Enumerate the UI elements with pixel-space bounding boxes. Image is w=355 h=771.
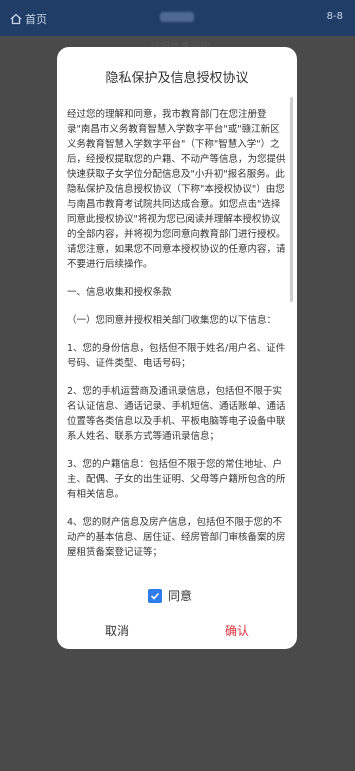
page-code: 8-8 xyxy=(326,11,343,22)
agreement-intro: 经过您的理解和同意，我市教育部门在您注册登录"南昌市义务教育智慧入学数字平台"或… xyxy=(67,109,286,270)
scrollbar[interactable] xyxy=(290,97,293,302)
dialog-title: 隐私保护及信息授权协议 xyxy=(105,71,249,86)
agree-checkbox[interactable] xyxy=(148,588,162,603)
section-heading: 一、信息收集和授权条款 xyxy=(67,287,172,298)
home-button[interactable]: 首页 xyxy=(10,11,47,27)
clause-phone: 2、您的手机运营商及通讯录信息，包括但不限于实名认证信息、通话记录、手机短信、通… xyxy=(67,386,286,442)
agreement-content[interactable]: 经过您的理解和同意，我市教育部门在您注册登录"南昌市义务教育智慧入学数字平台"或… xyxy=(67,107,289,627)
clause-property: 4、您的财产信息及房产信息，包括但不限于您的不动产的基本信息、居住证、经房管部门… xyxy=(67,517,286,558)
dialog-footer: 取消 确认 xyxy=(57,613,297,649)
confirm-button[interactable]: 确认 xyxy=(177,613,297,649)
clause-identity: 1、您的身份信息，包括但不限于姓名/用户名、证件号码、证件类型、电话号码； xyxy=(67,343,286,369)
agree-label: 同意 xyxy=(168,589,193,603)
privacy-dialog: 隐私保护及信息授权协议 经过您的理解和同意，我市教育部门在您注册登录"南昌市义务… xyxy=(57,47,297,649)
subsection-heading: （一）您同意并授权相关部门收集您的以下信息： xyxy=(67,315,277,326)
agree-checkbox-row[interactable]: 同意 xyxy=(148,587,192,604)
cancel-button[interactable]: 取消 xyxy=(57,613,177,649)
blurred-page-title xyxy=(160,12,194,22)
check-icon xyxy=(150,592,160,600)
home-label: 首页 xyxy=(25,13,47,26)
top-bar: 首页 8-8 xyxy=(0,0,355,36)
home-icon xyxy=(10,13,22,25)
clause-household: 3、您的户籍信息：包括但不限于您的常住地址、户主、配偶、子女的出生证明、父母等户… xyxy=(67,459,286,500)
